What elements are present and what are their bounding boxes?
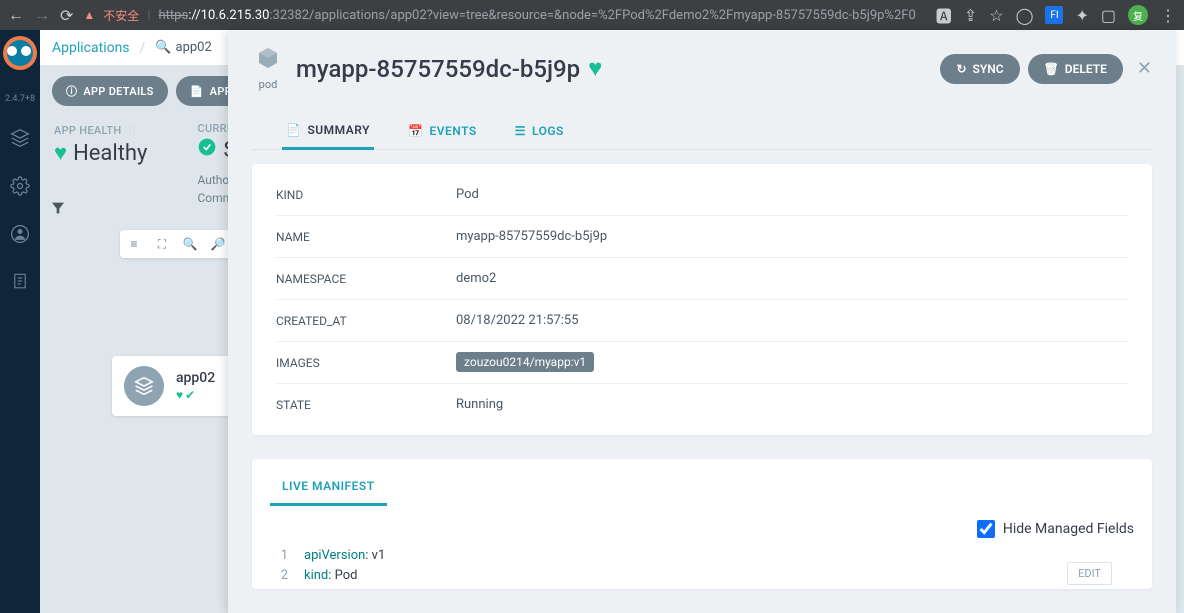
warning-triangle-icon: ▲	[83, 8, 95, 22]
search-icon: 🔍	[155, 40, 171, 55]
back-icon[interactable]: ←	[8, 5, 24, 25]
puzzle-icon[interactable]: ✦	[1075, 6, 1088, 25]
gear-icon[interactable]	[10, 176, 30, 200]
kind-label: pod	[259, 78, 278, 91]
tab-summary[interactable]: 📄 SUMMARY	[282, 113, 374, 150]
star-icon[interactable]: ☆	[989, 6, 1003, 25]
expand-icon[interactable]: ⛶	[148, 230, 176, 258]
reload-icon[interactable]: ⟳	[60, 6, 73, 25]
translate-icon[interactable]: 🅰	[936, 3, 952, 27]
image-tag[interactable]: zouzou0214/myapp:v1	[456, 352, 594, 372]
url-text: https://10.6.215.30:32382/applications/a…	[159, 8, 916, 23]
hide-managed-fields-checkbox[interactable]	[977, 520, 995, 538]
info-icon: ⓘ	[125, 124, 136, 137]
breadcrumb-root[interactable]: Applications	[52, 40, 130, 56]
calendar-icon: 📅	[408, 124, 423, 138]
heart-icon: ♥	[54, 140, 67, 166]
align-icon[interactable]: ≡	[120, 230, 148, 258]
summary-row-images: IMAGESzouzou0214/myapp:v1	[276, 342, 1128, 384]
file-icon: 📄	[190, 85, 204, 98]
zoom-in-icon[interactable]: 🔍	[176, 230, 204, 258]
node-status: ♥✔	[176, 388, 215, 402]
summary-row-created: CREATED_AT08/18/2022 21:57:55	[276, 300, 1128, 342]
health-value: Healthy	[73, 141, 147, 166]
address-bar[interactable]: ▲ 不安全 | https://10.6.215.30:32382/applic…	[83, 7, 925, 24]
trash-icon: 🗑	[1044, 62, 1059, 76]
app-details-button[interactable]: ⓘ APP DETAILS	[52, 76, 168, 106]
hide-managed-fields-label: Hide Managed Fields	[1003, 521, 1134, 537]
edit-button[interactable]: EDIT	[1067, 562, 1112, 585]
window-icon[interactable]: ▢	[1101, 6, 1116, 25]
close-icon[interactable]: ✕	[1137, 58, 1152, 79]
summary-card: KINDPod NAMEmyapp-85757559dc-b5j9p NAMES…	[252, 164, 1152, 435]
heart-icon: ♥	[588, 54, 602, 83]
sync-icon: ↻	[956, 62, 966, 76]
profile-avatar[interactable]: 复	[1128, 5, 1148, 25]
insecure-label: 不安全	[103, 7, 139, 24]
node-name: app02	[176, 370, 215, 386]
check-circle-icon	[197, 137, 217, 163]
summary-row-name: NAMEmyapp-85757559dc-b5j9p	[276, 216, 1128, 258]
share-icon[interactable]: ⇪	[964, 6, 977, 25]
filter-icon[interactable]	[50, 201, 66, 220]
summary-row-kind: KINDPod	[276, 174, 1128, 216]
summary-row-state: STATERunning	[276, 384, 1128, 425]
list-icon: ☰	[515, 124, 526, 138]
heart-icon: ♥	[176, 388, 183, 402]
argo-logo-icon[interactable]	[3, 36, 37, 70]
manifest-card: LIVE MANIFEST Hide Managed Fields 1apiVe…	[252, 459, 1152, 589]
panel-title: myapp-85757559dc-b5j9p ♥	[296, 54, 602, 83]
tab-events[interactable]: 📅 EVENTS	[404, 113, 481, 149]
browser-toolbar: ← → ⟳ ▲ 不安全 | https://10.6.215.30:32382/…	[0, 0, 1184, 30]
extension-icon[interactable]: FI	[1045, 6, 1063, 24]
resource-detail-panel: pod myapp-85757559dc-b5j9p ♥ ↻ SYNC 🗑 DE…	[228, 30, 1176, 613]
info-icon: ⓘ	[66, 83, 77, 99]
check-icon: ✔	[185, 388, 195, 402]
navigation-rail: 2.4.7+8	[0, 30, 40, 613]
layers-icon	[124, 366, 164, 406]
layers-icon[interactable]	[10, 128, 30, 152]
app-health-block: APP HEALTH ⓘ ♥ Healthy	[54, 122, 147, 207]
sync-button[interactable]: ↻ SYNC	[940, 54, 1019, 84]
version-label: 2.4.7+8	[5, 94, 35, 104]
forward-icon[interactable]: →	[34, 5, 50, 25]
breadcrumb-current: 🔍 app02	[155, 40, 211, 55]
tab-live-manifest[interactable]: LIVE MANIFEST	[270, 469, 387, 506]
file-icon: 📄	[286, 123, 301, 137]
kebab-icon[interactable]: ⋮	[1160, 6, 1176, 25]
delete-button[interactable]: 🗑 DELETE	[1028, 54, 1123, 84]
docs-icon[interactable]	[11, 272, 29, 294]
user-icon[interactable]	[10, 224, 30, 248]
summary-row-namespace: NAMESPACEdemo2	[276, 258, 1128, 300]
tab-logs[interactable]: ☰ LOGS	[511, 113, 568, 149]
circle-icon[interactable]: ◯	[1016, 6, 1034, 25]
breadcrumb-separator: /	[140, 40, 146, 56]
app-health-label: APP HEALTH ⓘ	[54, 122, 147, 138]
manifest-code: 1apiVersion: v1 2kind: Pod	[270, 546, 1134, 585]
cube-icon	[256, 46, 280, 76]
